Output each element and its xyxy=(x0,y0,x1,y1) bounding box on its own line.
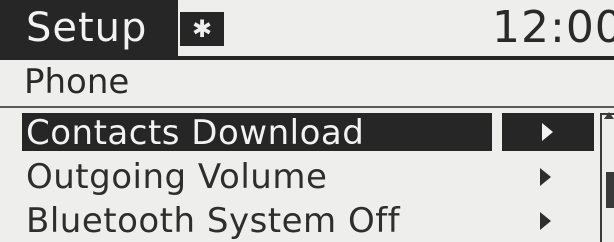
menu-item-outgoing-volume[interactable]: Outgoing Volume xyxy=(0,156,598,198)
clock: 12:00 xyxy=(492,2,614,53)
menu-item-bluetooth-system-off[interactable]: Bluetooth System Off xyxy=(0,200,598,242)
page-title: Setup xyxy=(0,0,178,56)
chevron-right-icon xyxy=(540,168,551,186)
header-divider xyxy=(0,56,614,60)
section-title: Phone xyxy=(24,62,130,102)
bluetooth-icon: ✱ xyxy=(180,12,224,46)
scroll-up-icon[interactable] xyxy=(604,112,614,119)
menu-item-label: Bluetooth System Off xyxy=(26,201,401,241)
menu-item-label: Contacts Download xyxy=(26,113,365,153)
menu-item-label: Outgoing Volume xyxy=(26,157,328,197)
header-bar: Setup ✱ 12:00 xyxy=(0,0,614,56)
section-divider xyxy=(0,106,614,108)
setup-screen: Setup ✱ 12:00 Phone Contacts Download Ou… xyxy=(0,0,614,242)
scroll-thumb[interactable] xyxy=(606,172,614,208)
chevron-right-icon xyxy=(540,212,551,230)
chevron-right-icon xyxy=(542,123,553,141)
menu-item-contacts-download[interactable]: Contacts Download xyxy=(0,112,598,154)
